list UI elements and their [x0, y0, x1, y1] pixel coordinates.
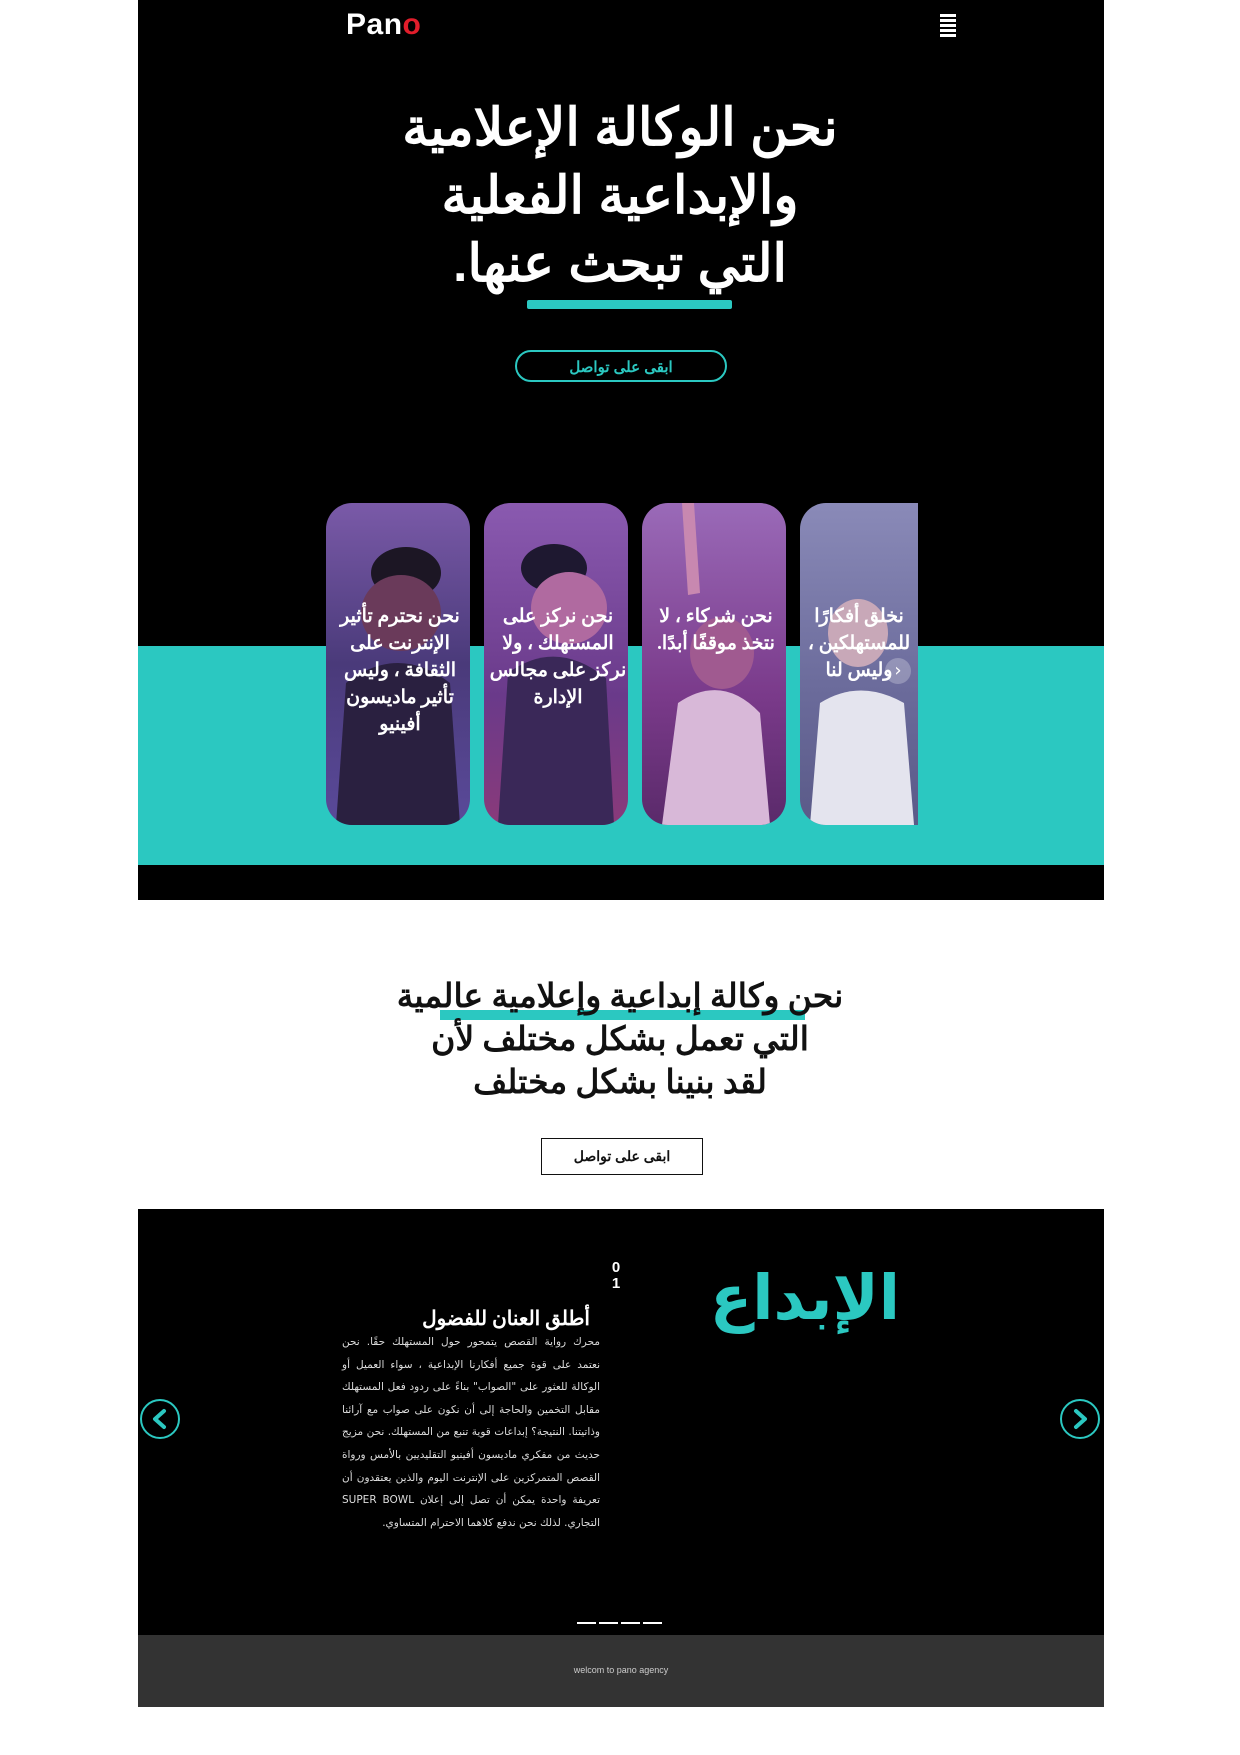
hero-title-line-3: التي تبحث عنها. [453, 235, 787, 293]
hamburger-icon[interactable] [940, 14, 956, 37]
card-text: نحن نحترم تأثير الإنترنت على الثقافة ، و… [340, 606, 460, 735]
footer-text: welcom to pano agency [573, 1665, 669, 1675]
about-title-line-3: لقد بنينا بشكل مختلف [473, 1065, 767, 1101]
about-title: نحن وكالة إبداعية وإعلامية عالمية التي ت… [360, 976, 880, 1105]
hero-title: نحن الوكالة الإعلامية والإبداعية الفعلية… [300, 94, 940, 298]
value-card[interactable]: نحن نحترم تأثير الإنترنت على الثقافة ، و… [326, 503, 470, 825]
slide-heading: أطلق العنان للفضول [422, 1308, 590, 1330]
about-title-line-2: التي تعمل بشكل مختلف لأن [431, 1022, 809, 1058]
chevron-right-icon[interactable]: › [885, 658, 911, 684]
chevron-right-icon [1074, 1409, 1087, 1429]
slide-number-top: 0 [611, 1259, 621, 1276]
logo-accent: o [402, 8, 422, 41]
about-title-line-1: نحن وكالة إبداعية وإعلامية عالمية [396, 979, 844, 1015]
slide-body: محرك رواية القصص يتمحور حول المستهلك حقً… [342, 1336, 600, 1529]
logo[interactable]: Pano [346, 8, 421, 42]
slider-dots [577, 1622, 667, 1625]
slide-big-word: الإبداع [709, 1261, 900, 1334]
slide-number: 0 1 [606, 1260, 626, 1292]
slider-dot[interactable] [621, 1622, 640, 1624]
vr-person-image [642, 503, 786, 825]
slider-dot[interactable] [643, 1622, 662, 1624]
about-contact-button[interactable]: ابقى على تواصل [541, 1138, 703, 1175]
value-card[interactable]: نحن شركاء ، لا نتخذ موقفًا أبدًا. [642, 503, 786, 825]
slide-number-bottom: 1 [611, 1275, 621, 1292]
hero-title-line-1: نحن الوكالة الإعلامية [402, 99, 838, 157]
slider-dot[interactable] [577, 1622, 596, 1624]
hero-contact-button[interactable]: ابقى على تواصل [515, 350, 727, 382]
logo-text: Pan [346, 8, 403, 41]
slider-prev-button[interactable] [140, 1399, 180, 1439]
value-card[interactable]: نحن نركز على المستهلك ، ولا نركز على مجا… [484, 503, 628, 825]
card-text: نحن شركاء ، لا نتخذ موقفًا أبدًا. [657, 606, 775, 654]
slider-next-button[interactable] [1060, 1399, 1100, 1439]
hero-title-line-2: والإبداعية الفعلية [441, 167, 799, 225]
card-text: نحن نركز على المستهلك ، ولا نركز على مجا… [489, 606, 627, 708]
hero-title-underline [527, 300, 732, 309]
chevron-left-icon [153, 1409, 166, 1429]
slider-dot[interactable] [599, 1622, 618, 1624]
